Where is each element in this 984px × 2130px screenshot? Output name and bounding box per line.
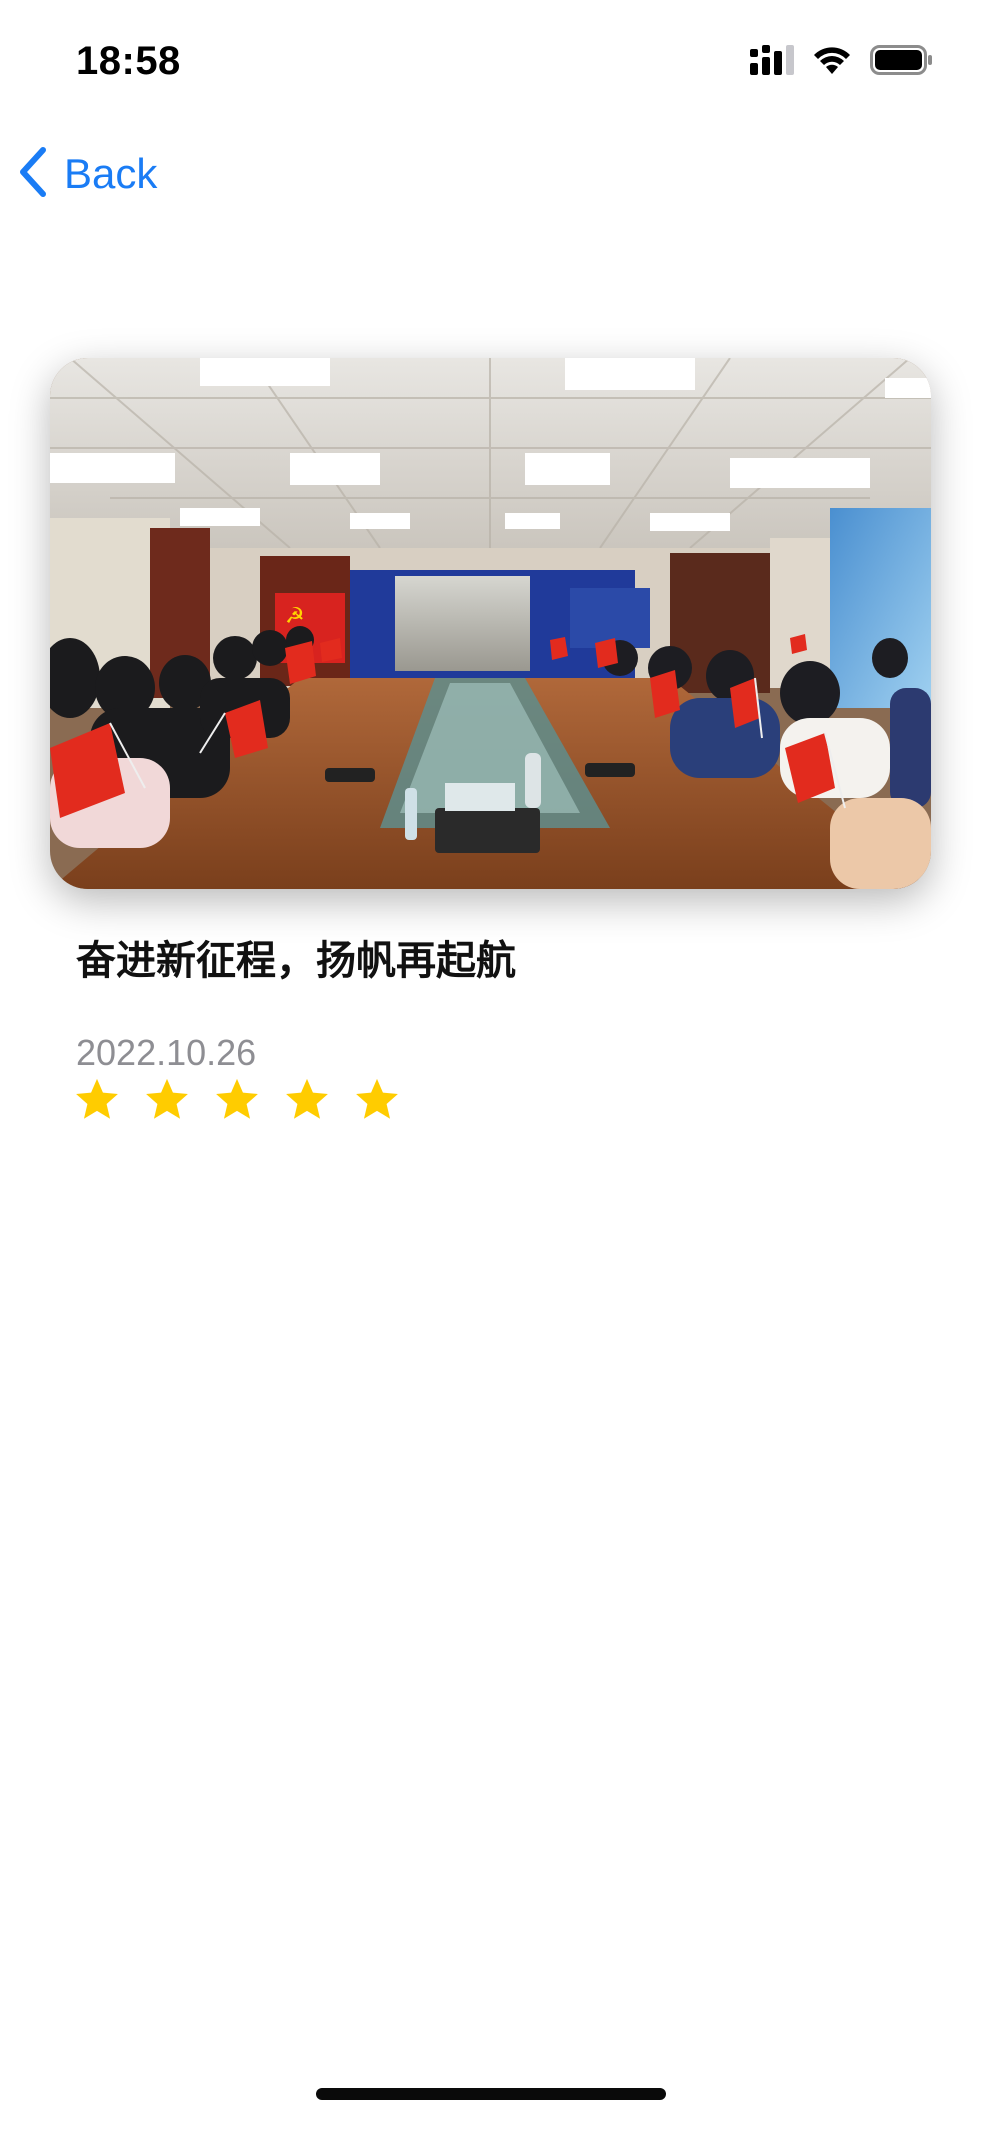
meeting-room-photo: ☭ — [50, 358, 931, 889]
star-rating — [74, 1076, 400, 1122]
star-icon — [356, 1078, 398, 1119]
svg-text:☭: ☭ — [285, 604, 305, 629]
star-icon — [216, 1078, 258, 1119]
article-date: 2022.10.26 — [76, 1032, 257, 1073]
wifi-icon — [812, 45, 852, 79]
article-photo[interactable]: ☭ — [50, 358, 931, 889]
cellular-signal-icon — [750, 45, 794, 79]
status-time: 18:58 — [76, 39, 181, 83]
article-title: 奋进新征程，扬帆再起航 — [76, 938, 516, 984]
star-icon — [286, 1078, 328, 1119]
star-icon — [76, 1078, 118, 1119]
battery-icon — [870, 45, 934, 79]
star-icon — [146, 1078, 188, 1119]
status-icons — [750, 45, 934, 79]
back-button[interactable]: Back — [18, 144, 157, 204]
home-indicator[interactable] — [316, 2088, 666, 2100]
status-bar: 18:58 — [0, 0, 984, 120]
chevron-left-icon — [18, 147, 48, 201]
back-label: Back — [64, 150, 158, 197]
